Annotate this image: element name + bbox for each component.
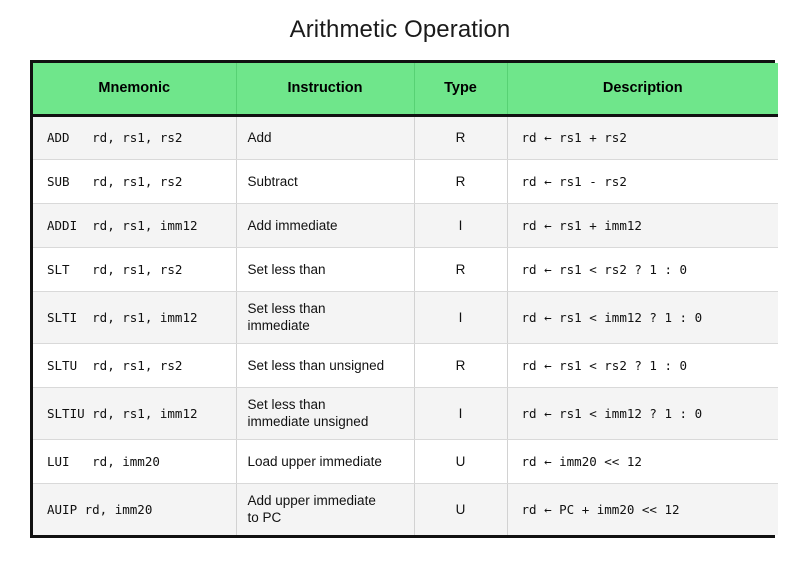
table-row: ADDI rd, rs1, imm12 Add immediate Ird ← rs… <box>33 203 778 248</box>
cell-instruction: Set less than immediate unsigned <box>236 387 415 440</box>
cell-mnemonic: AUIP rd, imm20 <box>33 483 237 535</box>
table-row: SUB rd, rs1, rs2 Subtract Rrd ← rs1 - rs2 <box>33 159 778 204</box>
cell-instruction: Add immediate <box>236 203 415 248</box>
cell-description: rd ← rs1 + imm12 <box>507 203 778 248</box>
cell-description: rd ← rs1 < imm12 ? 1 : 0 <box>507 387 778 440</box>
table-row: LUI rd, imm20 Load upper immediate Urd ← i… <box>33 439 778 484</box>
instruction-table-container: Mnemonic Instruction Type Description AD… <box>30 60 778 538</box>
cell-type: R <box>414 115 508 160</box>
cell-type: I <box>414 291 508 344</box>
cell-mnemonic: SLT rd, rs1, rs2 <box>33 247 237 292</box>
cell-description: rd ← rs1 - rs2 <box>507 159 778 204</box>
cell-instruction: Add upper immediate to PC <box>236 483 415 535</box>
cell-mnemonic: ADDI rd, rs1, imm12 <box>33 203 237 248</box>
cell-instruction: Add <box>236 115 415 160</box>
cell-type: R <box>414 343 508 388</box>
cell-type: R <box>414 247 508 292</box>
cell-instruction: Load upper immediate <box>236 439 415 484</box>
cell-mnemonic: SLTI rd, rs1, imm12 <box>33 291 237 344</box>
column-header-description: Description <box>507 63 778 117</box>
cell-type: U <box>414 439 508 484</box>
cell-type: I <box>414 203 508 248</box>
cell-type: I <box>414 387 508 440</box>
page-root: Arithmetic Operation Mnemonic Instructio… <box>0 0 800 573</box>
cell-instruction: Subtract <box>236 159 415 204</box>
table-row: SLTI rd, rs1, imm12 Set less than immedia… <box>33 291 778 344</box>
cell-instruction: Set less than immediate <box>236 291 415 344</box>
cell-instruction: Set less than unsigned <box>236 343 415 388</box>
cell-description: rd ← imm20 << 12 <box>507 439 778 484</box>
cell-description: rd ← rs1 < rs2 ? 1 : 0 <box>507 343 778 388</box>
cell-mnemonic: SLTIU rd, rs1, imm12 <box>33 387 237 440</box>
table-row: SLTIU rd, rs1, imm12 Set less than immedi… <box>33 387 778 440</box>
cell-mnemonic: SLTU rd, rs1, rs2 <box>33 343 237 388</box>
column-header-type: Type <box>414 63 508 117</box>
instruction-table: Mnemonic Instruction Type Description AD… <box>33 63 778 535</box>
table-header-row: Mnemonic Instruction Type Description <box>33 63 778 117</box>
table-row: SLT rd, rs1, rs2 Set less than Rrd ← rs1 <… <box>33 247 778 292</box>
table-row: SLTU rd, rs1, rs2 Set less than unsigned R… <box>33 343 778 388</box>
cell-type: U <box>414 483 508 535</box>
page-title: Arithmetic Operation <box>289 16 511 43</box>
cell-description: rd ← rs1 < rs2 ? 1 : 0 <box>507 247 778 292</box>
cell-mnemonic: LUI rd, imm20 <box>33 439 237 484</box>
table-header: Mnemonic Instruction Type Description <box>33 63 778 117</box>
cell-instruction: Set less than <box>236 247 415 292</box>
column-header-instruction: Instruction <box>236 63 415 117</box>
cell-description: rd ← PC + imm20 << 12 <box>507 483 778 535</box>
table-row: AUIP rd, imm20 Add upper immediate to PC U… <box>33 483 778 535</box>
cell-type: R <box>414 159 508 204</box>
cell-description: rd ← rs1 < imm12 ? 1 : 0 <box>507 291 778 344</box>
table-body: ADD rd, rs1, rs2 Add Rrd ← rs1 + rs2 SUB rd… <box>33 115 778 535</box>
table-row: ADD rd, rs1, rs2 Add Rrd ← rs1 + rs2 <box>33 115 778 160</box>
column-header-mnemonic: Mnemonic <box>33 63 237 117</box>
cell-description: rd ← rs1 + rs2 <box>507 115 778 160</box>
cell-mnemonic: SUB rd, rs1, rs2 <box>33 159 237 204</box>
cell-mnemonic: ADD rd, rs1, rs2 <box>33 115 237 160</box>
